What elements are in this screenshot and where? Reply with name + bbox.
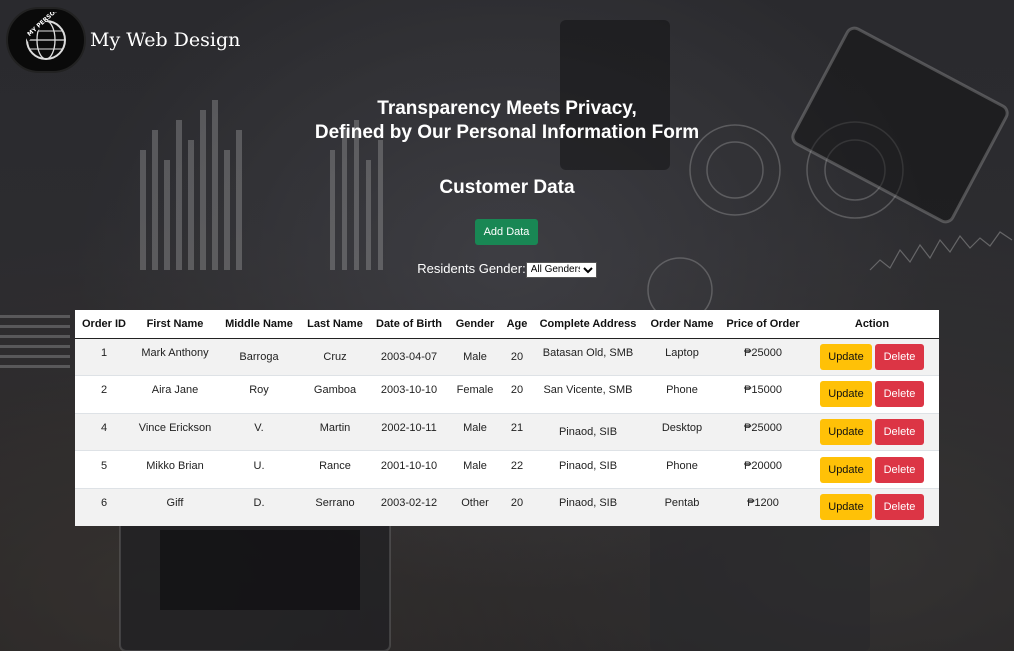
col-complete-address: Complete Address: [533, 310, 643, 339]
table-row: 1 Mark Anthony Barroga Cruz 2003-04-07 M…: [75, 337, 939, 376]
cell-date-of-birth: 2001-10-10: [380, 459, 438, 472]
cell-date-of-birth: 2003-02-12: [380, 497, 438, 510]
cell-complete-address: Batasan Old, SMB: [542, 346, 634, 359]
cell-date-of-birth: 2003-10-10: [380, 384, 438, 397]
cell-first-name: Vince Erickson: [138, 421, 212, 434]
cell-last-name: Cruz: [323, 350, 347, 363]
cell-age: 20: [510, 350, 524, 363]
cell-actions: Update Delete: [805, 412, 939, 451]
add-data-button[interactable]: Add Data: [475, 219, 538, 245]
cell-middle-name: Roy: [249, 384, 269, 397]
cell-complete-address: Pinaod, SIB: [558, 425, 618, 438]
cell-order-name: Laptop: [665, 346, 699, 359]
col-order-name: Order Name: [643, 310, 721, 339]
delete-button[interactable]: Delete: [875, 343, 924, 370]
cell-last-name: Serrano: [315, 497, 355, 510]
cell-order-id: 4: [100, 421, 108, 434]
cell-price-of-order: ₱25000: [744, 346, 782, 359]
col-age: Age: [501, 310, 533, 339]
cell-age: 21: [510, 421, 524, 434]
cell-complete-address: San Vicente, SMB: [543, 384, 633, 397]
cell-age: 20: [510, 497, 524, 510]
cell-last-name: Gamboa: [313, 384, 357, 397]
cell-actions: Update Delete: [805, 450, 939, 489]
cell-date-of-birth: 2003-04-07: [380, 350, 438, 363]
cell-age: 22: [510, 459, 524, 472]
site-name[interactable]: My Web Design: [90, 29, 240, 51]
cell-middle-name: D.: [253, 497, 265, 510]
table-row: 4 Vince Erickson V. Martin 2002-10-11 Ma…: [75, 412, 939, 451]
cell-order-id: 6: [100, 497, 108, 510]
cell-middle-name: Barroga: [239, 350, 279, 363]
delete-button[interactable]: Delete: [875, 418, 924, 445]
update-button[interactable]: Update: [820, 343, 872, 370]
update-button[interactable]: Update: [820, 494, 872, 521]
gender-filter: Residents Gender: All Genders: [0, 261, 1014, 278]
cell-gender: Male: [463, 350, 487, 363]
site-logo[interactable]: MY PERSONAL WEB: [6, 7, 86, 73]
cell-complete-address: Pinaod, SIB: [558, 459, 618, 472]
table-row: 2 Aira Jane Roy Gamboa 2003-10-10 Female…: [75, 375, 939, 414]
cell-first-name: Mark Anthony: [141, 346, 209, 359]
delete-button[interactable]: Delete: [875, 494, 924, 521]
cell-gender: Female: [456, 384, 494, 397]
col-middle-name: Middle Name: [217, 310, 301, 339]
update-button[interactable]: Update: [820, 456, 872, 483]
cell-price-of-order: ₱15000: [744, 384, 782, 397]
cell-first-name: Aira Jane: [151, 384, 199, 397]
cell-middle-name: V.: [254, 421, 264, 434]
cell-complete-address: Pinaod, SIB: [558, 497, 618, 510]
cell-order-name: Phone: [666, 459, 698, 472]
hero-heading: Transparency Meets Privacy, Defined by O…: [0, 97, 1014, 145]
col-order-id: Order ID: [75, 310, 133, 339]
gender-select[interactable]: All Genders: [525, 261, 597, 278]
cell-actions: Update Delete: [805, 337, 939, 376]
col-price-of-order: Price of Order: [721, 310, 805, 339]
cell-order-id: 5: [100, 459, 108, 472]
update-button[interactable]: Update: [820, 381, 872, 408]
cell-gender: Other: [461, 497, 489, 510]
cell-price-of-order: ₱25000: [744, 421, 782, 434]
cell-order-name: Phone: [666, 384, 698, 397]
cell-gender: Male: [463, 459, 487, 472]
cell-first-name: Mikko Brian: [146, 459, 204, 472]
cell-actions: Update Delete: [805, 375, 939, 414]
cell-order-id: 1: [100, 346, 108, 359]
cell-middle-name: U.: [253, 459, 265, 472]
col-first-name: First Name: [133, 310, 217, 339]
update-button[interactable]: Update: [820, 418, 872, 445]
cell-actions: Update Delete: [805, 487, 939, 526]
cell-price-of-order: ₱20000: [744, 459, 782, 472]
cell-price-of-order: ₱1200: [747, 497, 779, 510]
cell-gender: Male: [463, 421, 487, 434]
hero-line-1: Transparency Meets Privacy,: [377, 98, 637, 119]
cell-date-of-birth: 2002-10-11: [381, 421, 437, 434]
col-gender: Gender: [449, 310, 501, 339]
gender-filter-label: Residents Gender:: [417, 261, 526, 276]
cell-first-name: Giff: [166, 497, 184, 510]
cell-last-name: Rance: [319, 459, 351, 472]
cell-order-id: 2: [100, 384, 108, 397]
cell-last-name: Martin: [319, 421, 351, 434]
col-date-of-birth: Date of Birth: [369, 310, 449, 339]
col-action: Action: [805, 310, 939, 339]
customer-table: Order ID First Name Middle Name Last Nam…: [75, 310, 939, 526]
delete-button[interactable]: Delete: [875, 456, 924, 483]
cell-order-name: Pentab: [664, 497, 700, 510]
hero-line-2: Defined by Our Personal Information Form: [314, 122, 700, 143]
table-row: 5 Mikko Brian U. Rance 2001-10-10 Male 2…: [75, 450, 939, 489]
brand[interactable]: MY PERSONAL WEB My Web Design: [6, 7, 240, 73]
table-row: 6 Giff D. Serrano 2003-02-12 Other 20 Pi…: [75, 487, 939, 526]
cell-order-name: Desktop: [661, 421, 703, 434]
globe-logo-icon: MY PERSONAL WEB: [24, 12, 76, 60]
cell-age: 20: [510, 384, 524, 397]
col-last-name: Last Name: [301, 310, 369, 339]
section-title: Customer Data: [439, 177, 575, 198]
delete-button[interactable]: Delete: [875, 381, 924, 408]
table-header-row: Order ID First Name Middle Name Last Nam…: [75, 310, 939, 339]
